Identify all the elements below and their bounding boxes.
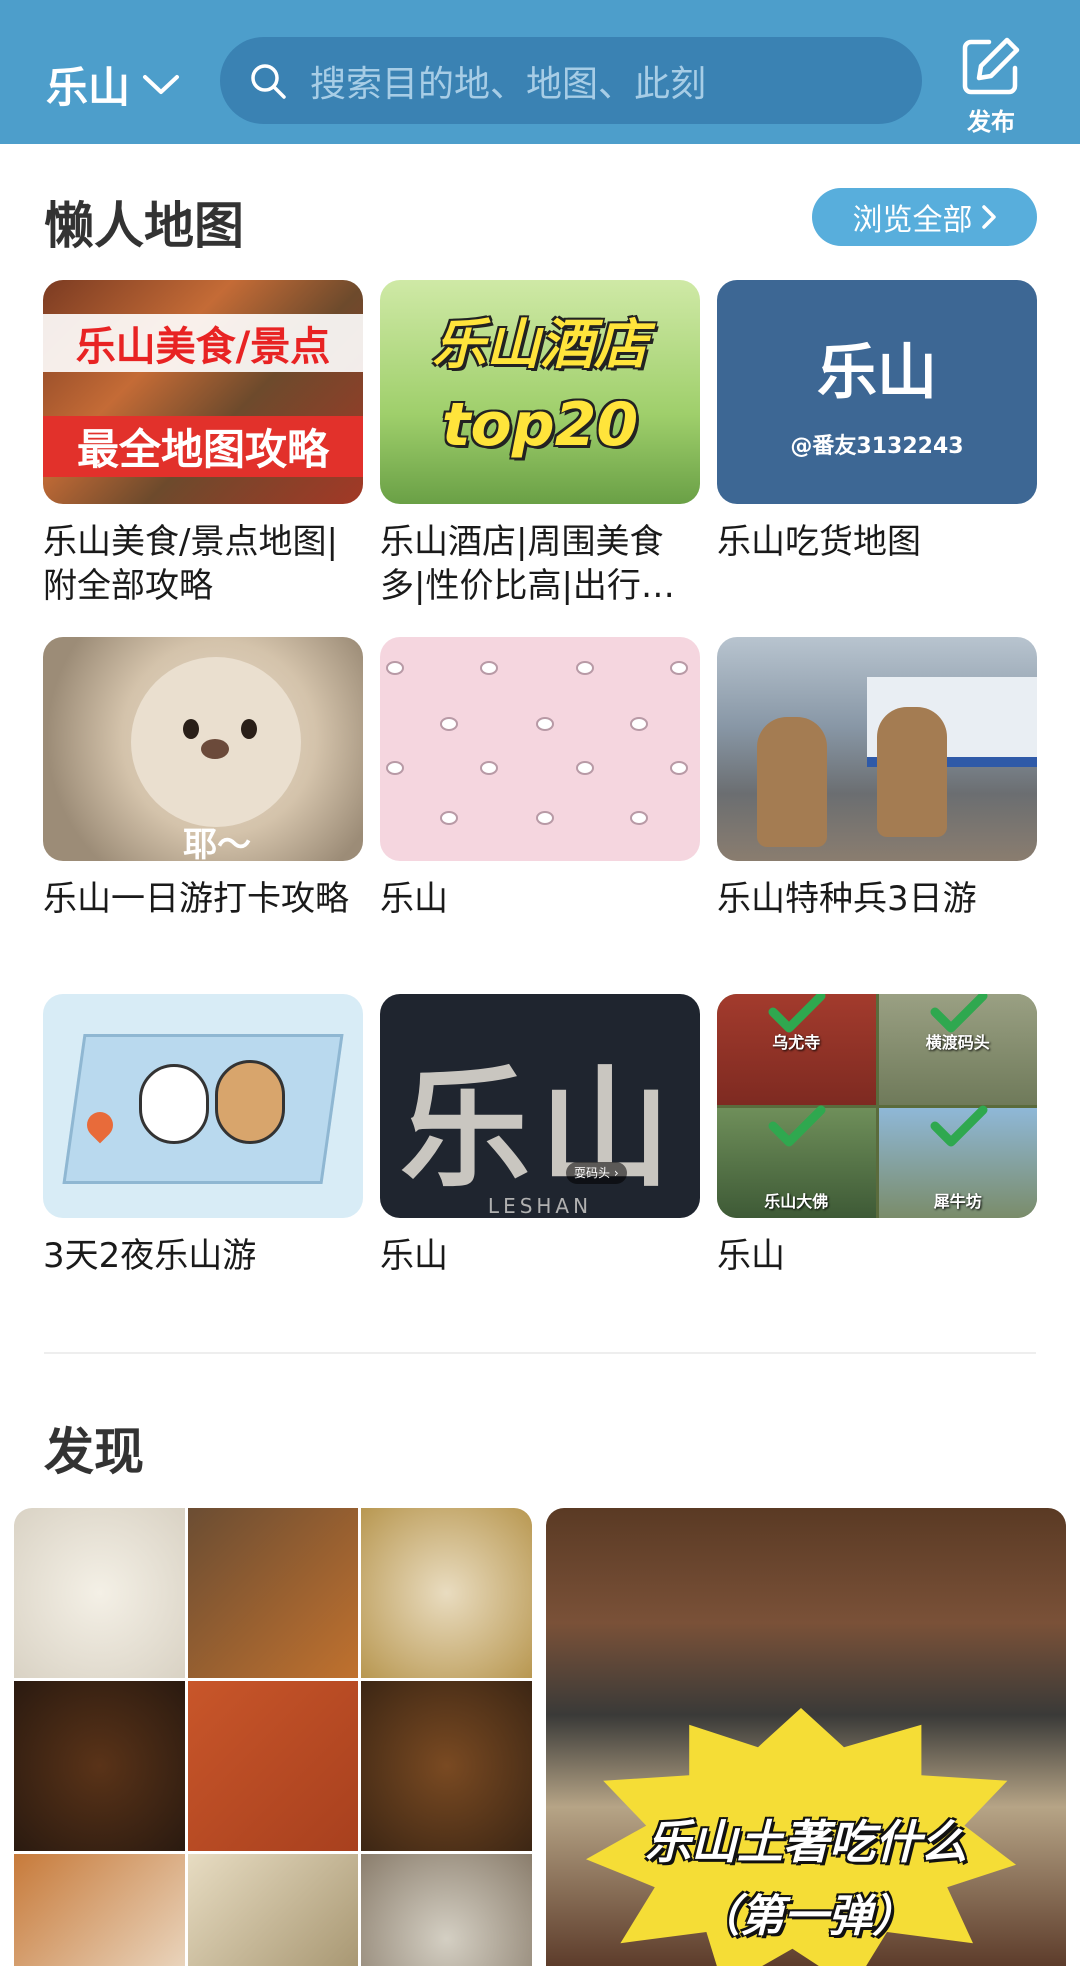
- food-photo: [361, 1681, 532, 1851]
- map-card[interactable]: 乐山 @番友3132243 乐山吃货地图: [717, 280, 1037, 564]
- post-cover-title: 乐山土著吃什么: [645, 1815, 967, 1869]
- bear-nose: [201, 739, 229, 759]
- map-card-thumbnail: 乌尤寺 横渡码头 乐山大佛 犀牛坊: [717, 994, 1037, 1218]
- map-card-caption: 乐山: [380, 1236, 448, 1276]
- photo-label: 横渡码头: [925, 1032, 990, 1052]
- map-card[interactable]: 乐山酒店 top20 乐山酒店|周围美食多|性价比高|出行…: [380, 280, 700, 608]
- bunny-pattern-icon: [576, 661, 594, 675]
- bunny-pattern-icon: [630, 811, 648, 825]
- search-placeholder: 搜索目的地、地图、此刻: [310, 63, 707, 105]
- thumb-title: 乐山: [399, 1053, 680, 1205]
- map-card-thumbnail: [43, 994, 363, 1218]
- bunny-pattern-icon: [576, 761, 594, 775]
- map-card-thumbnail: 乐山 @番友3132243: [717, 280, 1037, 504]
- city-name: 乐山: [46, 63, 131, 112]
- map-card-thumbnail: 耶～: [43, 637, 363, 861]
- chevron-right-icon: [981, 205, 996, 229]
- bunny-pattern-icon: [630, 717, 648, 731]
- discover-title: 发现: [44, 1423, 144, 1481]
- map-card-thumbnail: [380, 637, 700, 861]
- photo-label: 乌尤寺: [772, 1032, 821, 1052]
- cat-traveler-image: [877, 707, 947, 837]
- thumb-title: 乐山: [817, 338, 937, 408]
- bunny-pattern-icon: [386, 761, 404, 775]
- post-cover-subtitle: （第一弹）: [696, 1891, 916, 1942]
- bunny-pattern-icon: [670, 761, 688, 775]
- publish-label: 发布: [967, 108, 1015, 136]
- map-card[interactable]: 3天2夜乐山游: [43, 994, 363, 1278]
- lazy-maps-title: 懒人地图: [44, 197, 244, 255]
- city-selector[interactable]: 乐山: [46, 54, 180, 115]
- bunny-pattern-icon: [536, 717, 554, 731]
- map-card-thumbnail: 乐山 耍码头 › LESHAN: [380, 994, 700, 1218]
- photo-tile: 犀牛坊: [878, 1105, 1037, 1218]
- map-card[interactable]: 乐山 耍码头 › LESHAN 乐山: [380, 994, 700, 1278]
- bear-eye: [241, 719, 257, 739]
- bunny-pattern-icon: [386, 661, 404, 675]
- bear-eye: [183, 719, 199, 739]
- edit-icon: [962, 37, 1020, 95]
- map-card[interactable]: 乌尤寺 横渡码头 乐山大佛 犀牛坊 乐山: [717, 994, 1037, 1278]
- discover-post-card[interactable]: [14, 1508, 532, 1966]
- thumb-subtitle: LESHAN: [487, 1194, 593, 1218]
- map-card-caption: 乐山: [380, 879, 448, 919]
- bunny-pattern-icon: [440, 811, 458, 825]
- map-card-caption: 3天2夜乐山游: [43, 1236, 257, 1276]
- location-tag: 耍码头 ›: [566, 1162, 627, 1184]
- section-divider: [44, 1352, 1036, 1354]
- map-card-caption: 乐山美食/景点地图|附全部攻略: [43, 522, 338, 606]
- food-photo: [187, 1508, 359, 1678]
- photo-label: 乐山大佛: [764, 1192, 829, 1211]
- bunny-pattern-icon: [480, 761, 498, 775]
- discover-post-card[interactable]: 乐山土著吃什么 （第一弹）: [546, 1508, 1066, 1966]
- bunny-pattern-icon: [536, 811, 554, 825]
- food-photo: [14, 1508, 185, 1678]
- photo-tile: 横渡码头: [878, 994, 1037, 1105]
- thumb-subtitle: 最全地图攻略: [43, 416, 363, 477]
- map-card-caption: 乐山吃货地图: [717, 522, 921, 562]
- bunny-pattern-icon: [480, 661, 498, 675]
- food-photo: [361, 1854, 532, 1966]
- map-card-caption: 乐山一日游打卡攻略: [43, 879, 349, 919]
- map-card-thumbnail: 乐山酒店 top20: [380, 280, 700, 504]
- photo-tile: 乐山大佛: [717, 1105, 876, 1218]
- checkmark-icon: [768, 1105, 826, 1146]
- map-card-caption: 乐山: [717, 1236, 785, 1276]
- map-card-thumbnail: [717, 637, 1037, 861]
- food-photo: [361, 1508, 532, 1678]
- browse-all-label: 浏览全部: [852, 203, 973, 238]
- map-card-thumbnail: 乐山美食/景点 最全地图攻略: [43, 280, 363, 504]
- photo-tile: 乌尤寺: [717, 994, 876, 1105]
- thumb-author: @番友3132243: [790, 434, 964, 459]
- bunny-pattern-icon: [440, 717, 458, 731]
- map-card-caption: 乐山酒店|周围美食多|性价比高|出行…: [380, 522, 675, 606]
- cat-traveler-image: [757, 717, 827, 847]
- map-card[interactable]: 乐山: [380, 637, 700, 921]
- thumb-title: 乐山酒店: [432, 313, 648, 376]
- food-photo: [187, 1854, 359, 1966]
- photo-label: 犀牛坊: [933, 1192, 982, 1211]
- map-card[interactable]: 乐山美食/景点 最全地图攻略 乐山美食/景点地图|附全部攻略: [43, 280, 363, 608]
- bunny-pattern-icon: [670, 661, 688, 675]
- white-bear-image: [139, 1064, 209, 1144]
- brown-bear-image: [215, 1060, 285, 1144]
- thumb-title: 乐山美食/景点: [43, 314, 363, 372]
- food-photo: [14, 1681, 185, 1851]
- search-icon: [248, 61, 288, 101]
- map-card-caption: 乐山特种兵3日游: [717, 879, 977, 919]
- thumb-subtitle: top20: [441, 390, 639, 460]
- map-card[interactable]: 乐山特种兵3日游: [717, 637, 1037, 921]
- search-input[interactable]: 搜索目的地、地图、此刻: [220, 37, 922, 124]
- map-card[interactable]: 耶～ 乐山一日游打卡攻略: [43, 637, 363, 921]
- food-photo: [14, 1854, 185, 1966]
- thumb-text: 耶～: [183, 825, 251, 861]
- food-photo: [187, 1681, 359, 1851]
- publish-button[interactable]: 发布: [956, 36, 1026, 137]
- browse-all-button[interactable]: 浏览全部: [812, 188, 1037, 246]
- checkmark-icon: [930, 1105, 987, 1146]
- chevron-down-icon: [143, 74, 180, 94]
- top-bar: 乐山 搜索目的地、地图、此刻 发布: [0, 0, 1080, 144]
